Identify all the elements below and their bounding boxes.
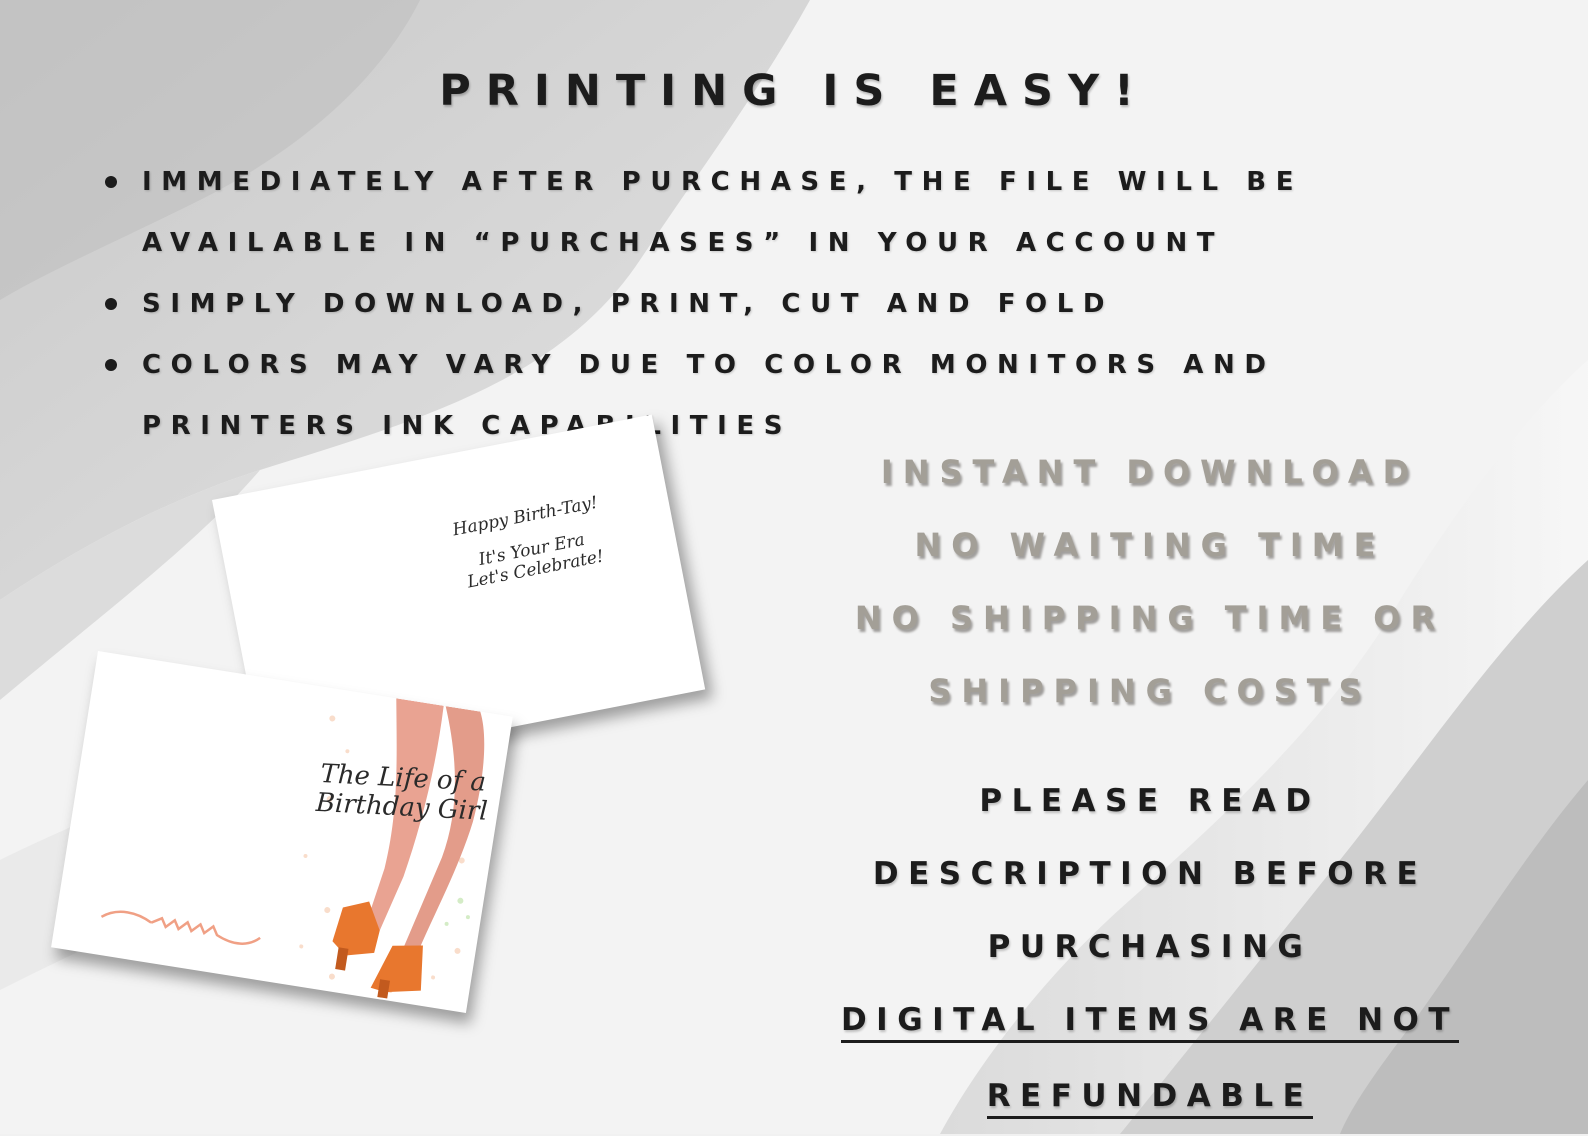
bullet-list: IMMEDIATELY AFTER PURCHASE, THE FILE WIL… xyxy=(105,152,1355,457)
bullet-text-line: AVAILABLE IN “PURCHASES” IN YOUR ACCOUNT xyxy=(142,228,1225,258)
benefit-line: SHIPPING COSTS xyxy=(928,672,1372,710)
card-front-title: The Life of a Birthday Girl xyxy=(306,759,499,827)
bullet-item-continuation: AVAILABLE IN “PURCHASES” IN YOUR ACCOUNT xyxy=(105,213,1355,274)
card-back-message: Happy Birth-Tay! It's Your Era Let's Cel… xyxy=(451,493,610,594)
bullet-text-line: IMMEDIATELY AFTER PURCHASE, THE FILE WIL… xyxy=(142,167,1304,197)
notice-line: PLEASE READ xyxy=(979,783,1321,819)
bullet-item: COLORS MAY VARY DUE TO COLOR MONITORS AN… xyxy=(105,335,1355,396)
bullet-item: SIMPLY DOWNLOAD, PRINT, CUT AND FOLD xyxy=(105,274,1355,335)
flourish-decoration xyxy=(100,910,261,945)
bullet-text-line: PRINTERS INK CAPABILITIES xyxy=(142,411,793,441)
bullet-dot-icon xyxy=(105,176,117,188)
notice-line: PURCHASING xyxy=(987,929,1313,965)
bullet-text-line: COLORS MAY VARY DUE TO COLOR MONITORS AN… xyxy=(142,350,1276,380)
notice-line: DESCRIPTION BEFORE xyxy=(872,856,1428,892)
benefit-line: NO WAITING TIME xyxy=(914,526,1386,564)
benefit-line: INSTANT DOWNLOAD xyxy=(880,453,1420,491)
bullet-dot-icon xyxy=(105,298,117,310)
refund-notice-line: DIGITAL ITEMS ARE NOT xyxy=(840,1000,1460,1043)
page-title: PRINTING IS EASY! xyxy=(439,66,1149,116)
notice-text: PLEASE READ DESCRIPTION BEFORE PURCHASIN… xyxy=(760,765,1540,1136)
refund-notice-line: REFUNDABLE xyxy=(986,1076,1314,1119)
bullet-text-line: SIMPLY DOWNLOAD, PRINT, CUT AND FOLD xyxy=(142,289,1115,319)
benefits-text: INSTANT DOWNLOAD NO WAITING TIME NO SHIP… xyxy=(760,436,1540,728)
bullet-item: IMMEDIATELY AFTER PURCHASE, THE FILE WIL… xyxy=(105,152,1355,213)
bullet-dot-icon xyxy=(105,359,117,371)
benefit-line: NO SHIPPING TIME OR xyxy=(854,599,1446,637)
